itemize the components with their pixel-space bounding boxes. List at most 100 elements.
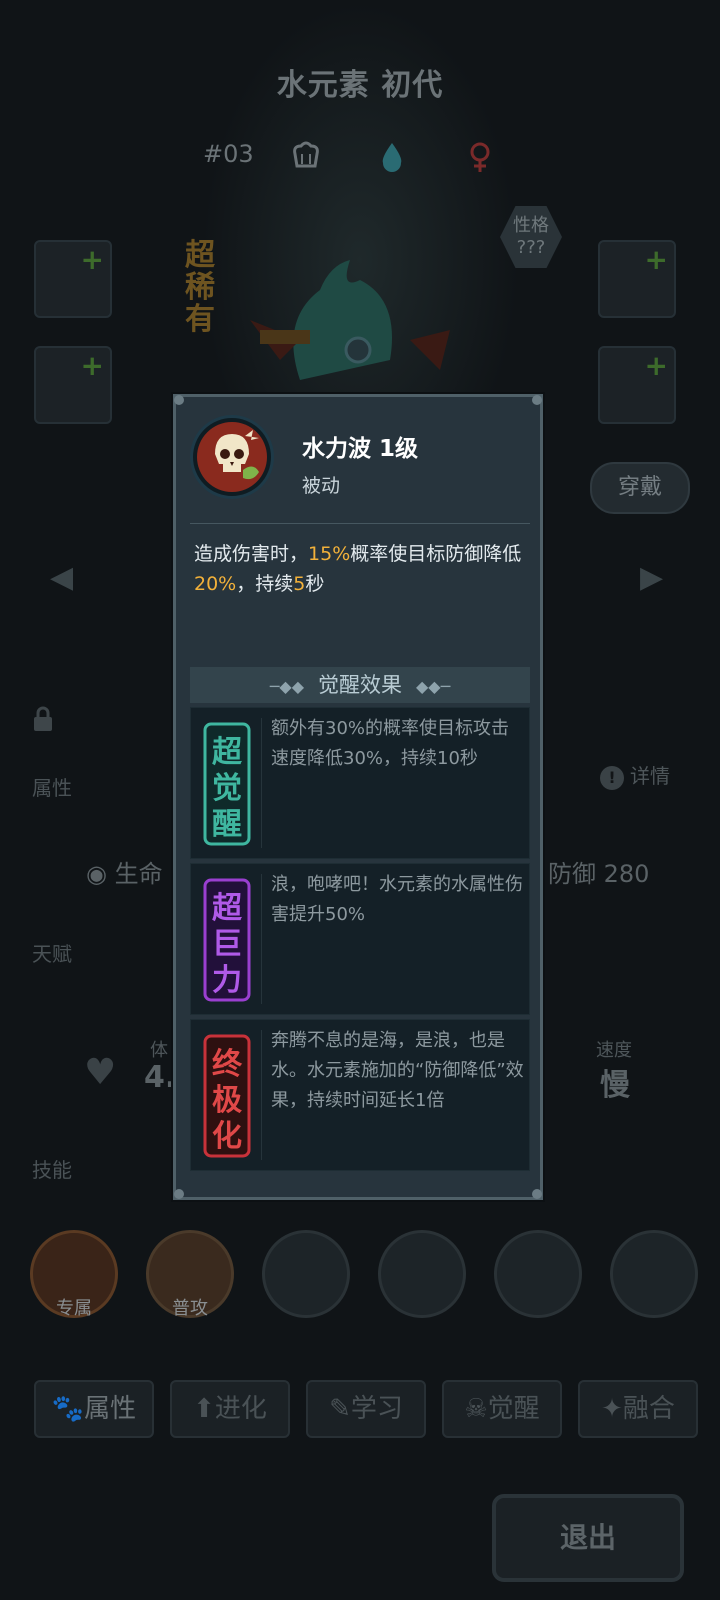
row-separator [261, 718, 262, 848]
svg-text:终: 终 [212, 1047, 243, 1082]
skill-slot-basic-attack-label: 普攻 [172, 1298, 208, 1319]
section-skills: 技能 [32, 1158, 72, 1182]
lock-icon[interactable] [32, 706, 54, 732]
svg-text:化: 化 [212, 1119, 242, 1154]
female-icon [462, 140, 498, 176]
corner-rivet [532, 395, 542, 405]
desc-text: ，持续 [236, 573, 294, 595]
equip-button[interactable]: 穿戴 [590, 462, 690, 514]
svg-text:极: 极 [212, 1083, 242, 1118]
detail-link[interactable]: ! 详情 [600, 760, 670, 790]
svg-text:超: 超 [212, 735, 243, 770]
svg-text:超: 超 [212, 891, 243, 926]
info-icon: ! [600, 766, 624, 790]
add-icon: + [80, 349, 104, 382]
stamina-value: 4. [144, 1060, 177, 1095]
add-icon: + [80, 243, 104, 276]
prev-monster-arrow-icon[interactable]: ◀ [50, 560, 73, 595]
monster-number: #03 [203, 140, 254, 168]
awakening-row-super-awaken: 超 觉 醒 额外有30%的概率使目标攻击速度降低30%，持续10秒 [190, 707, 530, 859]
row-separator [261, 1030, 262, 1160]
skill-slot-locked[interactable] [378, 1230, 466, 1318]
monster-meta-row: #03 [0, 140, 720, 180]
corner-rivet [174, 395, 184, 405]
desc-text: 概率使目标防御降低 [350, 543, 522, 565]
skill-description: 造成伤害时，15%概率使目标防御降低 20%，持续5秒 [194, 539, 532, 599]
svg-text:醒: 醒 [212, 807, 242, 842]
skill-type: 被动 [302, 475, 341, 497]
skill-slot-locked[interactable] [494, 1230, 582, 1318]
equip-slot-left-top[interactable]: + [34, 240, 112, 318]
desc-highlight: 20% [194, 573, 237, 595]
tab-attributes-label: 属性 [84, 1394, 137, 1424]
super-awaken-badge: 超 觉 醒 [199, 722, 255, 846]
awakening-text: 奔腾不息的是海，是浪，也是水。水元素施加的“防御降低”效果，持续时间延长1倍 [271, 1030, 524, 1111]
skill-detail-modal[interactable]: 水力波 1级 被动 造成伤害时，15%概率使目标防御降低 20%，持续5秒 ─◆◆… [173, 394, 543, 1200]
super-power-badge: 超 巨 力 [199, 878, 255, 1002]
skull-skill-icon [190, 415, 274, 499]
equip-slot-right-top[interactable]: + [598, 240, 676, 318]
monster-header: 水元素 初代 [0, 60, 720, 104]
heart-icon: ♥ [84, 1052, 117, 1093]
equip-slot-right-bottom[interactable]: + [598, 346, 676, 424]
svg-text:觉: 觉 [212, 771, 242, 806]
desc-highlight: 15% [308, 543, 351, 565]
water-drop-icon [374, 140, 410, 176]
demon-icon: ☠ [464, 1394, 488, 1424]
skill-slot-locked[interactable] [262, 1230, 350, 1318]
tab-awaken[interactable]: ☠觉醒 [442, 1380, 562, 1438]
diamond-deco-icon: ◆◆─ [416, 677, 451, 696]
up-arrow-icon: ⬆ [193, 1394, 215, 1424]
awakening-text: 浪，咆哮吧！水元素的水属性伤害提升50% [271, 874, 523, 925]
section-talent: 天赋 [32, 942, 72, 966]
add-icon: + [644, 243, 668, 276]
hp-icon: ◉ [86, 860, 107, 888]
svg-text:巨: 巨 [212, 927, 242, 962]
tab-fusion[interactable]: ✦融合 [578, 1380, 698, 1438]
section-attributes: 属性 [32, 776, 72, 800]
corner-rivet [174, 1189, 184, 1199]
add-icon: + [644, 349, 668, 382]
rarity-label: 超稀有 [185, 238, 215, 337]
tab-awaken-label: 觉醒 [487, 1394, 540, 1424]
desc-text: 秒 [305, 573, 325, 595]
awakening-row-ultimate: 终 极 化 奔腾不息的是海，是浪，也是水。水元素施加的“防御降低”效果，持续时间… [190, 1019, 530, 1171]
exit-button[interactable]: 退出 [492, 1494, 684, 1582]
stamina-label: 体 [150, 1040, 168, 1061]
svg-text:力: 力 [212, 963, 242, 998]
row-separator [261, 874, 262, 1004]
detail-label: 详情 [630, 764, 670, 788]
fusion-icon: ✦ [601, 1394, 623, 1424]
tab-evolve[interactable]: ⬆进化 [170, 1380, 290, 1438]
tab-fusion-label: 融合 [622, 1394, 675, 1424]
awakening-header: ─◆◆ 觉醒效果 ◆◆─ [190, 667, 530, 703]
skill-name: 水力波 1级 [302, 436, 419, 462]
equip-slot-left-bottom[interactable]: + [34, 346, 112, 424]
desc-highlight: 5 [293, 573, 306, 595]
monster-name: 水元素 初代 [276, 68, 444, 103]
hp-stat: ◉ 生命 [86, 854, 163, 889]
tab-evolve-label: 进化 [214, 1394, 267, 1424]
chef-hat-icon [288, 140, 324, 176]
skill-slot-locked[interactable] [610, 1230, 698, 1318]
awakening-text: 额外有30%的概率使目标攻击速度降低30%，持续10秒 [271, 718, 510, 769]
ultimate-badge: 终 极 化 [199, 1034, 255, 1158]
defense-stat: 防御 280 [548, 860, 650, 888]
awakening-row-super-power: 超 巨 力 浪，咆哮吧！水元素的水属性伤害提升50% [190, 863, 530, 1015]
header-divider [190, 523, 530, 524]
book-icon: ✎ [329, 1394, 351, 1424]
desc-text: 造成伤害时， [194, 543, 309, 565]
tab-learn-label: 学习 [350, 1394, 403, 1424]
skill-slot-exclusive-label: 专属 [56, 1298, 92, 1319]
speed-value: 慢 [600, 1068, 630, 1103]
awakening-header-label: 觉醒效果 [318, 673, 402, 697]
skill-header: 水力波 1级 被动 [190, 415, 530, 499]
tab-learn[interactable]: ✎学习 [306, 1380, 426, 1438]
corner-rivet [532, 1189, 542, 1199]
hp-label: 生命 [114, 860, 163, 888]
paw-icon: 🐾 [51, 1394, 85, 1424]
tab-attributes[interactable]: 🐾属性 [34, 1380, 154, 1438]
next-monster-arrow-icon[interactable]: ▶ [640, 560, 663, 595]
water-elemental-creature [240, 260, 460, 400]
speed-label: 速度 [596, 1040, 632, 1061]
